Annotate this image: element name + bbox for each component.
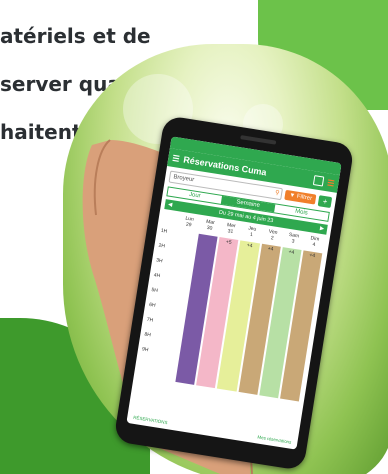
app-footer: RÉSERVATIONS Mes réservations	[127, 414, 298, 446]
filter-label: Filtrer	[296, 193, 313, 203]
day-header[interactable]: Jeu 1	[240, 224, 263, 239]
day-header[interactable]: Mar 30	[199, 218, 222, 233]
add-button[interactable]: +	[318, 194, 333, 208]
app-screen: ☰ Réservations Cuma ☰ Broyeur ⚲ ▼ Filtre…	[126, 136, 342, 450]
reservation-count-badge: +4	[308, 252, 316, 260]
calendar-icon[interactable]	[312, 175, 325, 187]
day-header[interactable]: Ven 2	[261, 228, 284, 243]
day-header[interactable]: Mer 31	[219, 221, 242, 236]
week-calendar: Lun 29 Mar 30 Mer 31 Jeu 1 Ven 2 Sam 3 Dim 4 1H…	[136, 212, 326, 415]
filter-button[interactable]: ▼ Filtrer	[284, 189, 317, 205]
footer-reservations-link[interactable]: RÉSERVATIONS	[133, 415, 168, 425]
prev-week-icon[interactable]: ◀	[168, 202, 173, 209]
phone-speaker	[240, 135, 277, 145]
day-header[interactable]: Dim 4	[303, 234, 326, 249]
reservation-count-badge: +4	[267, 245, 274, 253]
footer-my-reservations-link[interactable]: Mes réservations	[257, 434, 292, 444]
day-header[interactable]: Sam 3	[282, 231, 305, 246]
list-icon[interactable]: ☰	[327, 178, 335, 188]
search-icon: ⚲	[274, 190, 280, 197]
search-value: Broyeur	[172, 174, 195, 184]
reservation-count-badge: +4	[288, 249, 295, 256]
reservation-count-badge: +4	[246, 242, 253, 250]
next-week-icon[interactable]: ▶	[319, 226, 324, 233]
reservation-columns: +5 +4 +4 +4 +4	[154, 230, 324, 402]
photo-scene: atériels et de server quand ils haitent.…	[0, 0, 388, 474]
reservation-count-badge: +5	[225, 239, 232, 246]
day-header[interactable]: Lun 29	[178, 215, 201, 230]
menu-icon[interactable]: ☰	[172, 153, 180, 163]
